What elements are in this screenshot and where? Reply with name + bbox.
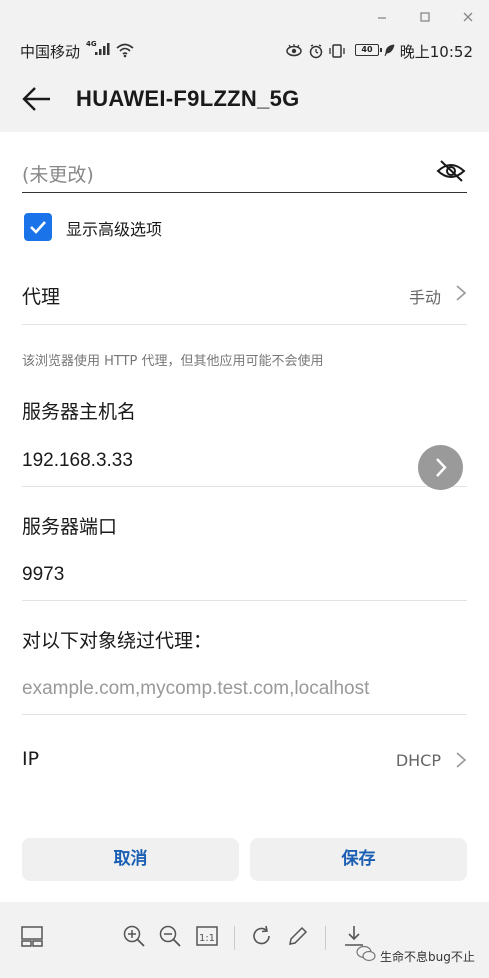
divider (22, 600, 467, 601)
show-advanced-label: 显示高级选项 (66, 220, 163, 239)
eye-off-icon[interactable] (436, 159, 466, 183)
host-input[interactable]: 192.168.3.33 (22, 450, 133, 472)
actual-size-icon[interactable]: 1:1 (195, 924, 219, 948)
chevron-right-icon (456, 752, 467, 768)
ip-value: DHCP (395, 751, 441, 770)
edit-icon[interactable] (286, 924, 310, 948)
show-advanced-checkbox[interactable] (24, 213, 52, 241)
zoom-out-icon[interactable] (158, 924, 182, 948)
bypass-input[interactable]: example.com,mycomp.test.com,localhost (22, 678, 369, 700)
proxy-hint: 该浏览器使用 HTTP 代理，但其他应用可能不会使用 (22, 354, 324, 369)
eye-comfort-icon (286, 44, 302, 57)
password-field[interactable]: (未更改) (22, 160, 94, 187)
minimize-icon[interactable] (373, 8, 391, 26)
wechat-icon (356, 945, 376, 962)
toolbar-separator (234, 926, 235, 950)
chevron-right-icon (456, 285, 467, 301)
alarm-icon (309, 44, 323, 59)
divider (22, 486, 467, 487)
svg-text:1:1: 1:1 (199, 933, 215, 944)
carrier-name: 中国移动 (20, 43, 81, 61)
battery-icon: 40 (355, 44, 382, 56)
toolbar-separator (325, 926, 326, 950)
divider (22, 324, 467, 325)
wifi-settings-form: (未更改) 显示高级选项 代理 手动 该浏览器使用 HTTP 代理，但其他应用可… (0, 132, 489, 902)
vibrate-icon (329, 44, 345, 58)
close-icon[interactable] (459, 8, 477, 26)
floating-next-button[interactable] (418, 445, 463, 490)
checkmark-icon (30, 221, 46, 234)
status-bar: 中国移动 4G 40 晚上10:52 (0, 34, 489, 68)
cancel-button[interactable]: 取消 (22, 838, 239, 881)
wifi-icon (116, 43, 134, 58)
password-underline (22, 192, 467, 193)
divider (22, 714, 467, 715)
power-saving-icon (384, 44, 395, 57)
back-arrow-icon[interactable] (22, 86, 52, 112)
port-input[interactable]: 9973 (22, 564, 64, 586)
bypass-label: 对以下对象绕过代理： (22, 630, 213, 652)
window-title-bar (0, 0, 489, 34)
clock: 晚上10:52 (399, 43, 473, 61)
port-label: 服务器端口 (22, 516, 118, 538)
watermark-text: 生命不息bug不止 (380, 950, 475, 964)
layout-icon[interactable] (20, 924, 44, 948)
proxy-value: 手动 (408, 288, 441, 307)
status-icons (286, 43, 352, 63)
signal-icon (95, 43, 110, 55)
ip-label: IP (22, 748, 40, 770)
host-label: 服务器主机名 (22, 401, 137, 423)
save-button[interactable]: 保存 (250, 838, 467, 881)
maximize-icon[interactable] (416, 8, 434, 26)
page-title: HUAWEI-F9LZZN_5G (76, 86, 300, 111)
rotate-icon[interactable] (250, 924, 274, 948)
chevron-right-icon (436, 458, 447, 477)
app-header: HUAWEI-F9LZZN_5G (0, 68, 489, 132)
proxy-label: 代理 (22, 286, 61, 308)
zoom-in-icon[interactable] (122, 924, 146, 948)
viewer-toolbar: 1:1 生命不息bug不止 (0, 902, 489, 978)
